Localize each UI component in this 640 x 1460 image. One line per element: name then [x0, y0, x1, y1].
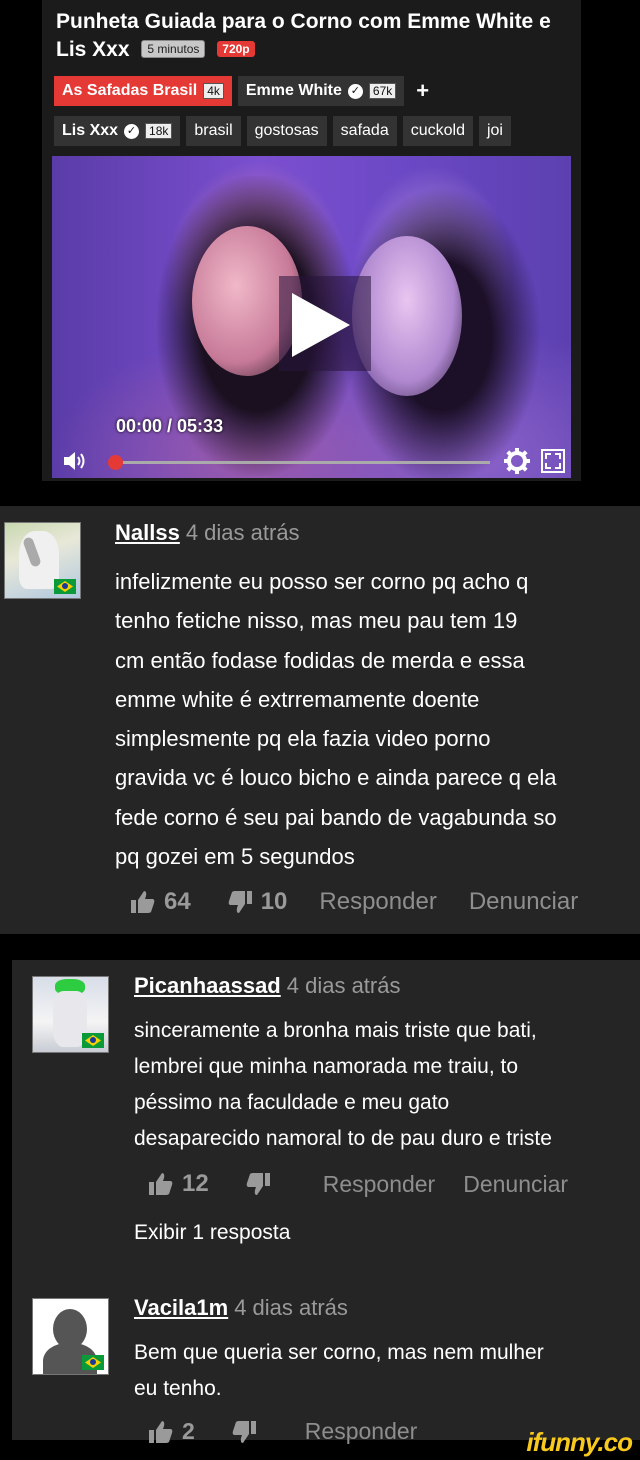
show-replies-link[interactable]: Exibir 1 resposta [134, 1221, 290, 1245]
dislike-button[interactable] [245, 1171, 279, 1197]
thumbs-up-icon [149, 1420, 173, 1443]
comment-line: simplesmente pq ela fazia video porno [115, 726, 491, 752]
tag-row-categories: Lis Xxx ✓ 18k brasil gostosas safada cuc… [54, 116, 511, 146]
comment-line: Bem que queria ser corno, mas nem mulher [134, 1341, 544, 1364]
thumbs-up-icon [149, 1173, 173, 1195]
comment-line: tenho fetiche nisso, mas meu pau tem 19 [115, 608, 518, 634]
thumbs-down-icon [246, 1173, 270, 1195]
video-title[interactable]: Punheta Guiada para o Corno com Emme Whi… [56, 8, 556, 64]
comment-username[interactable]: Nallss [115, 520, 180, 545]
model-tag-lis-xxx[interactable]: Lis Xxx ✓ 18k [54, 116, 181, 146]
comment-line: péssimo na faculdade e meu gato [134, 1091, 450, 1114]
like-count: 12 [182, 1170, 209, 1197]
comment-username[interactable]: Picanhaassad [134, 973, 281, 998]
comment-time: 4 dias atrás [185, 520, 300, 545]
comment-actions: 12 Responder Denunciar [148, 1170, 568, 1198]
comment-header: Nallss 4 dias atrás [115, 520, 300, 546]
like-button[interactable]: 12 [148, 1170, 209, 1198]
gear-icon[interactable] [504, 448, 530, 474]
avatar[interactable] [4, 522, 81, 599]
report-button[interactable]: Denunciar [463, 1171, 568, 1198]
comment-card: Picanhaassad 4 dias atrás sinceramente a … [12, 960, 640, 1444]
comment-body: infelizmente eu posso ser corno pq acho … [115, 562, 635, 876]
reply-button[interactable]: Responder [323, 1171, 436, 1198]
category-tag[interactable]: safada [332, 116, 397, 146]
ifunny-watermark: ifunny.co [526, 1427, 633, 1457]
report-button[interactable]: Denunciar [469, 888, 578, 916]
progress-handle[interactable] [108, 455, 123, 470]
model-tag-emme-white[interactable]: Emme White ✓ 67k [237, 76, 405, 106]
category-tag[interactable]: cuckold [402, 116, 473, 146]
comment-line: cm então fodase fodidas de merda e essa [115, 647, 525, 673]
duration-badge: 5 minutos [141, 40, 206, 58]
player-controls [52, 444, 571, 478]
thumbs-down-icon [228, 891, 252, 913]
dislike-count: 10 [260, 888, 288, 915]
like-button[interactable]: 2 [148, 1418, 195, 1445]
comment-line: pq gozei em 5 segundos [115, 844, 355, 870]
category-tag[interactable]: joi [478, 116, 511, 146]
brazil-flag-icon [82, 1033, 104, 1048]
like-count: 2 [182, 1418, 195, 1444]
avatar[interactable] [32, 976, 109, 1053]
comment-header: Vacila1m 4 dias atrás [134, 1295, 348, 1321]
thumbs-down-icon [232, 1420, 256, 1443]
comment-line: infelizmente eu posso ser corno pq acho … [115, 569, 529, 594]
fullscreen-icon[interactable] [541, 449, 565, 473]
progress-bar[interactable] [114, 461, 490, 464]
video-card: Punheta Guiada para o Corno com Emme Whi… [42, 0, 581, 481]
channel-tag-label: As Safadas Brasil [62, 82, 198, 99]
comment-username[interactable]: Vacila1m [134, 1295, 228, 1320]
play-icon[interactable] [292, 293, 350, 357]
comment-body: sinceramente a bronha mais triste que ba… [134, 1013, 634, 1157]
comment-time: 4 dias atrás [286, 973, 401, 998]
tag-row-channels: As Safadas Brasil 4k Emme White ✓ 67k + [54, 76, 435, 106]
model-tag-label: Lis Xxx [62, 122, 119, 139]
verified-check-icon: ✓ [347, 83, 363, 99]
video-title-text[interactable]: Punheta Guiada para o Corno com Emme Whi… [56, 10, 551, 61]
comment-line: eu tenho. [134, 1377, 222, 1400]
comment-line: lembrei que minha namorada me traiu, to [134, 1055, 519, 1078]
add-tag-button[interactable]: + [410, 76, 435, 106]
reply-button[interactable]: Responder [319, 888, 436, 916]
channel-tag-count: 4k [203, 83, 224, 99]
reply-button[interactable]: Responder [305, 1418, 418, 1445]
comment-actions: 64 10 Responder Denunciar [130, 888, 578, 916]
like-count: 64 [164, 888, 191, 915]
time-display: 00:00 / 05:33 [116, 416, 224, 436]
comment-time: 4 dias atrás [234, 1295, 348, 1320]
brazil-flag-icon [54, 579, 76, 594]
avatar[interactable] [32, 1298, 109, 1375]
category-tag[interactable]: brasil [186, 116, 241, 146]
model-tag-label: Emme White [245, 82, 342, 99]
thumbs-up-icon [131, 891, 155, 913]
dislike-button[interactable] [231, 1419, 257, 1445]
comment-line: gravida vc é louco bicho e ainda parece … [115, 765, 557, 791]
model-tag-count: 67k [368, 83, 397, 99]
video-player[interactable]: 00:00 / 05:33 [52, 156, 571, 478]
quality-badge: 720p [217, 41, 255, 57]
comment-line: fede corno é seu pai bando de vagabunda … [115, 804, 557, 830]
comment-line: emme white é extrremamente doente [115, 686, 480, 712]
dislike-button[interactable]: 10 [227, 888, 288, 916]
model-tag-count: 18k [145, 123, 173, 139]
comment-header: Picanhaassad 4 dias atrás [134, 973, 400, 999]
volume-icon[interactable] [62, 450, 88, 472]
category-tag[interactable]: gostosas [246, 116, 327, 146]
channel-tag-as-safadas-brasil[interactable]: As Safadas Brasil 4k [54, 76, 232, 106]
comment-line: sinceramente a bronha mais triste que ba… [134, 1019, 537, 1042]
comment-body: Bem que queria ser corno, mas nem mulher… [134, 1335, 634, 1407]
comment-actions: 2 Responder [148, 1418, 417, 1445]
comment-line: desaparecido namoral to de pau duro e tr… [134, 1127, 552, 1150]
brazil-flag-icon [82, 1355, 104, 1370]
verified-check-icon: ✓ [124, 123, 140, 139]
like-button[interactable]: 64 [130, 888, 191, 916]
comment-card: Nallss 4 dias atrás infelizmente eu posso… [0, 506, 640, 934]
